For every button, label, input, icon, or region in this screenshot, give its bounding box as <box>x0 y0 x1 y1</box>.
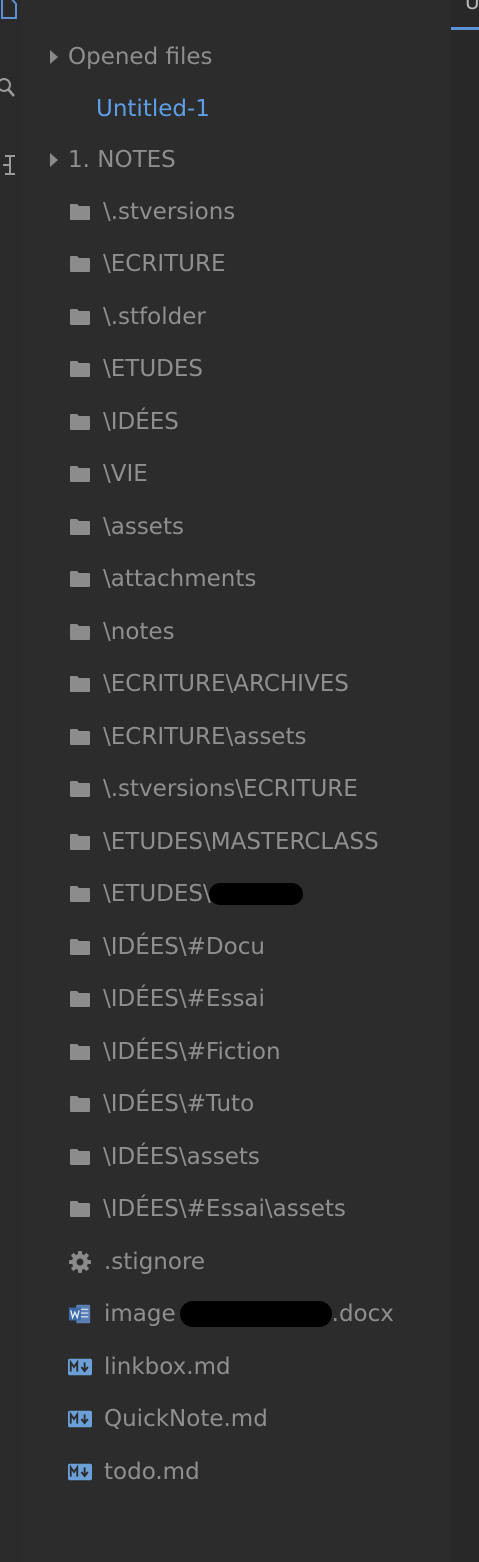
caret-right-icon <box>50 153 58 167</box>
folder-label: \IDÉES\#Essai <box>103 986 265 1012</box>
files-icon[interactable] <box>0 0 20 24</box>
folder-icon <box>68 987 92 1011</box>
folder-icon <box>68 672 92 696</box>
folder-item[interactable]: \IDÉES\assets <box>68 1137 260 1177</box>
folder-label: \IDÉES <box>103 409 179 435</box>
folder-label: \ETUDES <box>103 356 204 382</box>
outline-icon[interactable] <box>0 153 20 177</box>
folder-item[interactable]: \ECRITURE <box>68 244 226 284</box>
file-item[interactable]: linkbox.md <box>68 1347 231 1387</box>
folder-label: \IDÉES\#Tuto <box>103 1091 255 1117</box>
folder-icon <box>68 200 92 224</box>
redaction-mark <box>179 1301 332 1327</box>
editor-area: U <box>451 0 479 1562</box>
folder-item[interactable]: \ETUDES\ <box>68 874 303 914</box>
folder-icon <box>68 620 92 644</box>
opened-files-label: Opened files <box>68 44 213 70</box>
folder-label: \ETUDES\MASTERCLASS <box>103 829 379 855</box>
folder-item[interactable]: \assets <box>68 507 184 547</box>
markdown-icon <box>68 1355 92 1379</box>
file-tree: Opened files Untitled-1 1. NOTES \.stver… <box>20 0 451 1562</box>
folder-item[interactable]: \attachments <box>68 559 256 599</box>
file-label: QuickNote.md <box>104 1406 268 1432</box>
folder-item[interactable]: \VIE <box>68 454 148 494</box>
folder-item[interactable]: \.stversions <box>68 192 235 232</box>
file-item[interactable]: image .docx <box>68 1294 394 1334</box>
gear-icon <box>68 1250 92 1274</box>
folder-icon <box>68 1040 92 1064</box>
folder-label: \IDÉES\#Fiction <box>103 1039 281 1065</box>
folder-label: \VIE <box>103 461 148 487</box>
notes-folder-header[interactable]: 1. NOTES <box>50 140 176 180</box>
folder-label: \ETUDES\ <box>103 881 211 907</box>
folder-icon <box>68 1092 92 1116</box>
folder-label: \.stversions\ECRITURE <box>103 776 358 802</box>
folder-icon <box>68 515 92 539</box>
folder-icon <box>68 1197 92 1221</box>
folder-item[interactable]: \IDÉES\#Essai\assets <box>68 1189 346 1229</box>
folder-label: \attachments <box>103 566 257 592</box>
search-icon[interactable] <box>0 76 20 100</box>
active-tab-indicator <box>451 27 479 30</box>
folder-label: \.stfolder <box>103 304 206 330</box>
caret-right-icon <box>50 50 58 64</box>
folder-item[interactable]: \notes <box>68 612 175 652</box>
folder-icon <box>68 305 92 329</box>
folder-item[interactable]: \ETUDES <box>68 349 203 389</box>
word-document-icon <box>68 1302 92 1326</box>
folder-icon <box>68 462 92 486</box>
file-item[interactable]: QuickNote.md <box>68 1399 268 1439</box>
activity-bar <box>0 0 20 1562</box>
file-explorer-window: Opened files Untitled-1 1. NOTES \.stver… <box>0 0 479 1562</box>
markdown-icon <box>68 1460 92 1484</box>
folder-item[interactable]: \ETUDES\MASTERCLASS <box>68 822 379 862</box>
opened-file-label: Untitled-1 <box>96 96 210 122</box>
folder-item[interactable]: \.stversions\ECRITURE <box>68 769 358 809</box>
folder-item[interactable]: \IDÉES\#Fiction <box>68 1032 281 1072</box>
folder-item[interactable]: \IDÉES\#Tuto <box>68 1084 254 1124</box>
folder-item[interactable]: \IDÉES\#Essai <box>68 979 265 1019</box>
folder-item[interactable]: \IDÉES <box>68 402 179 442</box>
file-label: .stignore <box>104 1249 206 1275</box>
opened-file-item[interactable]: Untitled-1 <box>96 89 210 129</box>
folder-icon <box>68 567 92 591</box>
folder-label: \IDÉES\#Essai\assets <box>103 1196 346 1222</box>
folder-item[interactable]: \IDÉES\#Docu <box>68 927 265 967</box>
folder-icon <box>68 935 92 959</box>
folder-icon <box>68 410 92 434</box>
folder-icon <box>68 1145 92 1169</box>
file-label: todo.md <box>104 1459 200 1485</box>
folder-label: \IDÉES\#Docu <box>103 934 265 960</box>
folder-icon <box>68 777 92 801</box>
notes-folder-label: 1. NOTES <box>68 147 176 173</box>
file-label-start: image <box>104 1301 176 1327</box>
folder-label: \IDÉES\assets <box>103 1144 260 1170</box>
folder-icon <box>68 725 92 749</box>
folder-label: \ECRITURE <box>103 251 226 277</box>
markdown-icon <box>68 1407 92 1431</box>
file-item[interactable]: .stignore <box>68 1242 205 1282</box>
folder-label: \assets <box>103 514 184 540</box>
folder-icon <box>68 357 92 381</box>
folder-icon <box>68 830 92 854</box>
folder-icon <box>68 882 92 906</box>
folder-item[interactable]: \ECRITURE\assets <box>68 717 306 757</box>
file-label: linkbox.md <box>104 1354 231 1380</box>
editor-tab-label[interactable]: U <box>465 0 479 14</box>
folder-label: \.stversions <box>103 199 236 225</box>
file-item[interactable]: todo.md <box>68 1452 200 1492</box>
folder-label: \notes <box>103 619 175 645</box>
folder-item[interactable]: \ECRITURE\ARCHIVES <box>68 664 349 704</box>
folder-label: \ECRITURE\ARCHIVES <box>103 671 349 697</box>
folder-icon <box>68 252 92 276</box>
file-label-end: .docx <box>331 1301 394 1327</box>
folder-item[interactable]: \.stfolder <box>68 297 206 337</box>
opened-files-header[interactable]: Opened files <box>50 37 213 77</box>
redaction-mark <box>208 883 303 905</box>
folder-label: \ECRITURE\assets <box>103 724 307 750</box>
